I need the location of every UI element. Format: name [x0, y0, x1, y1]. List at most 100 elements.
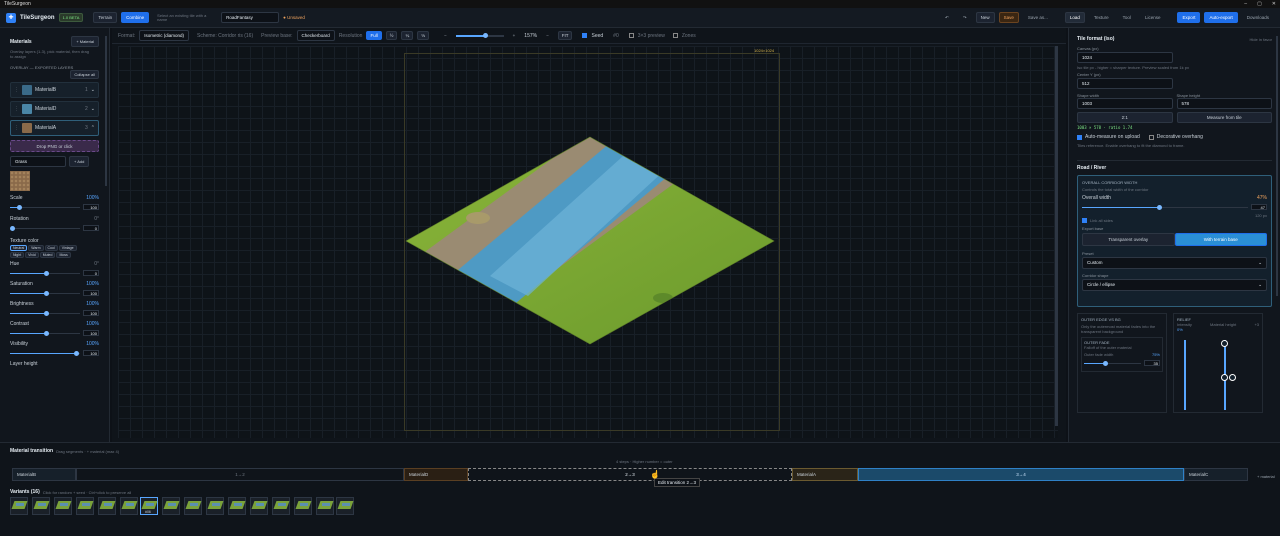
add-material-segment-button[interactable]: + material [1252, 471, 1280, 482]
combine-mode-button[interactable]: Combine [121, 12, 150, 23]
redo-icon[interactable]: ↷ [958, 12, 972, 24]
zoom-out-icon[interactable]: − [439, 30, 452, 41]
preview-base-select[interactable]: Checkerboard [296, 30, 335, 41]
saturation-slider[interactable] [10, 290, 80, 296]
layer-materiald[interactable]: ⋮ MaterialD 2 ⌄ [10, 101, 99, 117]
variant-thumb[interactable] [54, 497, 72, 515]
variant-thumb-active[interactable]: #06 [140, 497, 158, 515]
auto-export-button[interactable]: Auto-export [1204, 12, 1238, 23]
scale-slider[interactable] [10, 204, 80, 210]
preset-vintage[interactable]: Vintage [58, 245, 77, 251]
transition-2-3[interactable]: 2→3 [468, 468, 792, 481]
saturation-value[interactable]: 100 [83, 290, 99, 296]
texture-button[interactable]: Texture [1089, 12, 1114, 23]
project-name-input[interactable]: RoadFantasy [221, 12, 280, 23]
drag-handle-icon[interactable]: ⋮ [14, 106, 19, 112]
canvas-scrollbar[interactable] [1055, 46, 1058, 426]
segment-materialb[interactable]: MaterialB [12, 468, 76, 481]
variant-thumb[interactable] [120, 497, 138, 515]
visibility-value[interactable]: 100 [83, 350, 99, 356]
contrast-slider[interactable] [10, 330, 80, 336]
height-handle[interactable] [1229, 374, 1236, 381]
ratio-button[interactable]: 2:1 [1077, 112, 1173, 123]
variant-thumb[interactable] [162, 497, 180, 515]
load-button[interactable]: Load [1064, 12, 1085, 23]
zones-checkbox[interactable] [672, 33, 678, 38]
layer-materialb[interactable]: ⋮ MaterialB 1 ⌄ [10, 82, 99, 98]
preset-night[interactable]: Night [10, 252, 25, 258]
minimize-icon[interactable]: – [1244, 1, 1247, 7]
tile-canvas[interactable]: 1024×1024 [118, 46, 1058, 438]
maximize-icon[interactable]: ▢ [1257, 1, 1262, 7]
variant-thumb[interactable] [336, 497, 354, 515]
canvas-input[interactable]: 1024 [1077, 52, 1173, 63]
save-as-button[interactable]: Save as... [1023, 12, 1053, 23]
undo-icon[interactable]: ↶ [940, 12, 954, 24]
fade-width-slider[interactable] [1084, 360, 1141, 366]
overall-width-slider[interactable] [1082, 204, 1248, 210]
height-handle[interactable] [1221, 374, 1228, 381]
variant-thumb[interactable] [272, 497, 290, 515]
measure-button[interactable]: Measure from tile [1176, 112, 1272, 123]
save-button[interactable]: Save [998, 12, 1019, 23]
close-icon[interactable]: ✕ [1272, 1, 1276, 7]
zoom-in-icon[interactable]: + [508, 30, 521, 41]
auto-measure-checkbox[interactable] [1077, 134, 1082, 140]
zoom-minus-icon[interactable]: − [541, 30, 554, 41]
layer-materiala[interactable]: ⋮ MaterialA 3 ⌃ [10, 120, 99, 136]
variant-thumb[interactable] [206, 497, 224, 515]
hue-slider[interactable] [10, 270, 80, 276]
preset-warm[interactable]: Warm [28, 245, 44, 251]
variant-thumb[interactable] [184, 497, 202, 515]
brightness-value[interactable]: 100 [83, 310, 99, 316]
preset-moss[interactable]: Moss [56, 252, 71, 258]
transition-3-4[interactable]: 3→4 [858, 468, 1184, 481]
preset-muted[interactable]: Muted [39, 252, 56, 258]
chevron-down-icon[interactable]: ⌄ [91, 106, 95, 112]
new-button[interactable]: New [975, 12, 995, 23]
chevron-up-icon[interactable]: ⌃ [91, 125, 95, 131]
terrain-base-button[interactable]: With terrain base [1174, 233, 1267, 246]
material-select[interactable]: Grass [10, 156, 66, 167]
seed-checkbox[interactable] [582, 33, 588, 38]
variant-thumb[interactable] [294, 497, 312, 515]
drag-handle-icon[interactable]: ⋮ [14, 87, 19, 93]
segment-materialc[interactable]: MaterialC [1184, 468, 1248, 481]
add-material-button[interactable]: + Material [71, 36, 99, 47]
height-handle[interactable] [1221, 340, 1228, 347]
preset-cool[interactable]: Cool [44, 245, 58, 251]
segment-materiald[interactable]: MaterialD [404, 468, 468, 481]
tool-button[interactable]: Tool [1118, 12, 1136, 23]
preview-3x3-checkbox[interactable] [628, 33, 634, 38]
terrain-mode-button[interactable]: Terrain [93, 12, 118, 23]
preset-select[interactable]: Custom [1087, 260, 1103, 266]
variant-thumb[interactable] [76, 497, 94, 515]
intensity-slider[interactable] [1184, 340, 1186, 410]
corridor-shape-select[interactable]: Circle / ellipse [1087, 282, 1115, 288]
variant-thumb[interactable] [250, 497, 268, 515]
left-scrollbar[interactable] [105, 36, 107, 186]
decorative-checkbox[interactable] [1148, 134, 1154, 140]
hue-value[interactable]: 0 [83, 270, 99, 276]
transparent-overlay-button[interactable]: Transparent overlay [1082, 233, 1175, 246]
shape-height-input[interactable]: 578 [1176, 98, 1272, 109]
license-button[interactable]: License [1140, 12, 1166, 23]
fit-button[interactable]: FIT [557, 31, 573, 40]
brightness-slider[interactable] [10, 310, 80, 316]
transition-1-2[interactable]: 1→2 [76, 468, 404, 481]
zoom-slider[interactable] [455, 33, 504, 38]
res-full-button[interactable]: Full [366, 31, 382, 40]
drop-zone[interactable]: Drop PNG or click [10, 140, 99, 152]
add-texture-button[interactable]: + Add [69, 156, 90, 167]
segment-materiala[interactable]: MaterialA [792, 468, 858, 481]
preset-vivid[interactable]: Vivid [25, 252, 39, 258]
scale-value[interactable]: 100 [83, 204, 99, 210]
center-y-input[interactable]: 512 [1077, 78, 1173, 89]
format-select[interactable]: Isometric (diamond) [139, 30, 189, 41]
hide-link[interactable]: Hide in favor [1250, 37, 1272, 42]
variant-thumb[interactable] [316, 497, 334, 515]
res-half-button[interactable]: ½ [385, 31, 398, 40]
visibility-slider[interactable] [10, 350, 80, 356]
contrast-value[interactable]: 100 [83, 330, 99, 336]
chevron-down-icon[interactable]: ⌄ [91, 87, 95, 93]
